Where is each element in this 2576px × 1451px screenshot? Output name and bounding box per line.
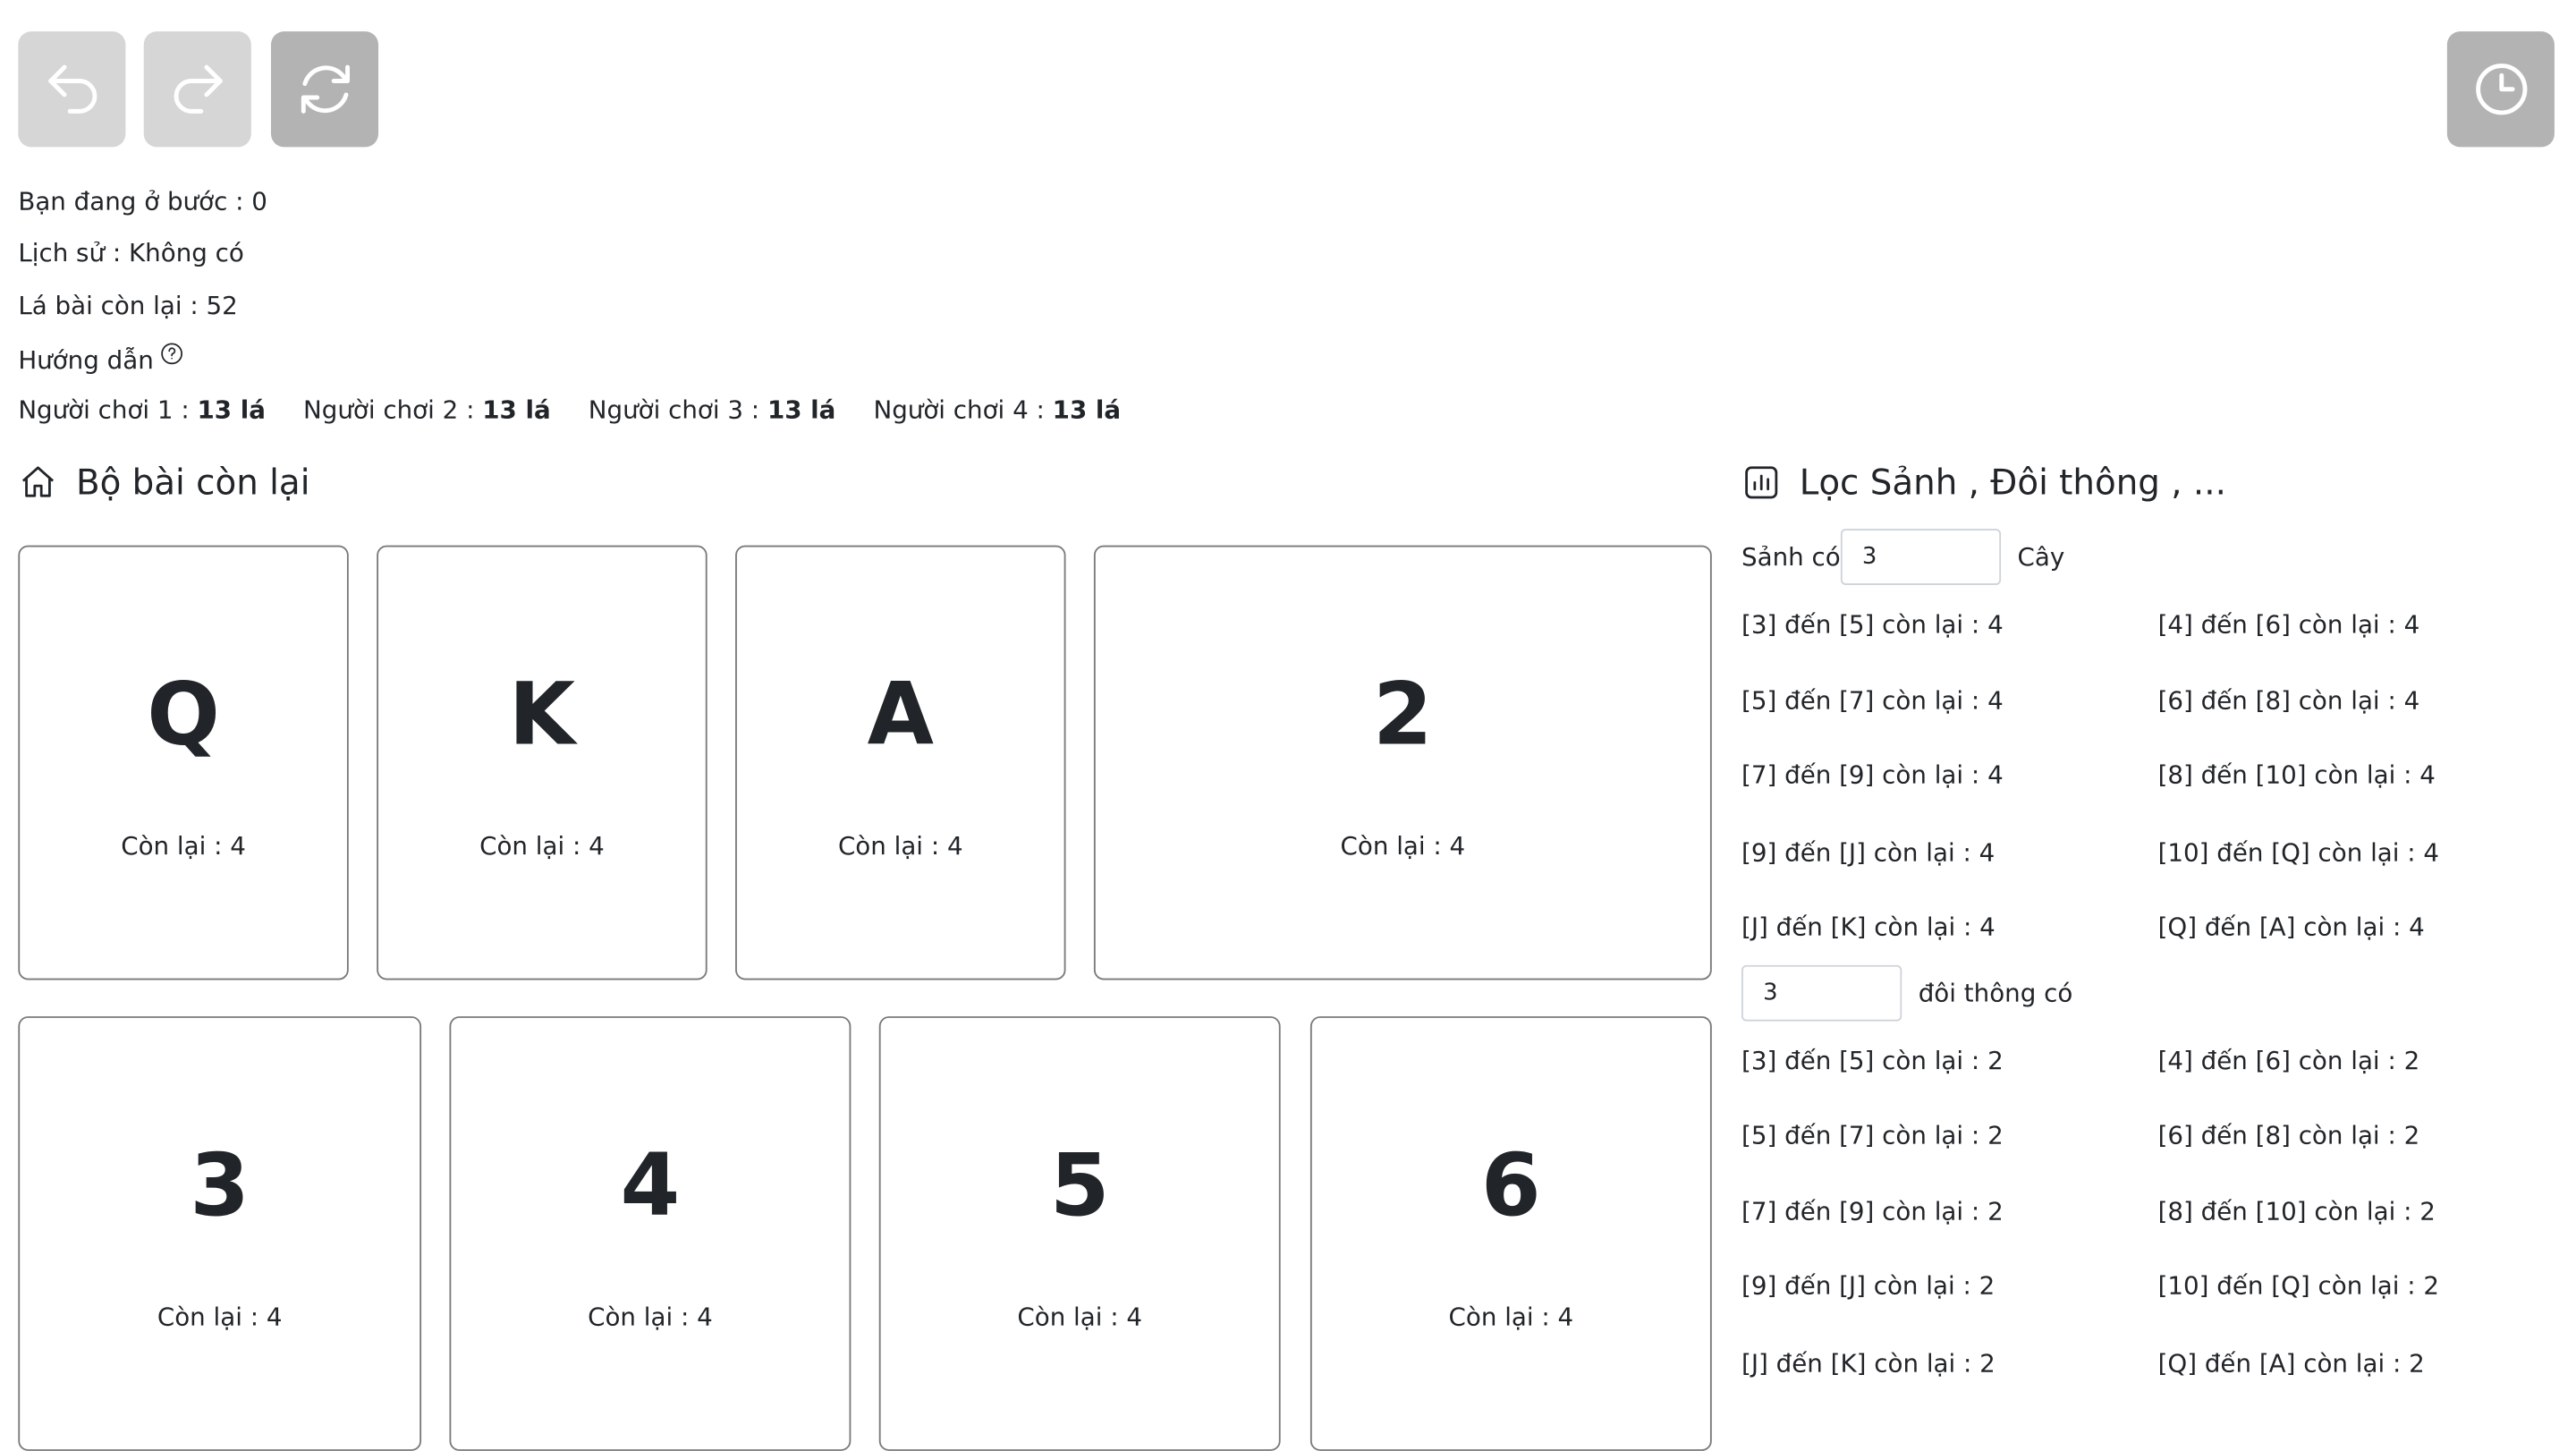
filter-title-text: Lọc Sảnh , Đôi thông , ... (1799, 462, 2226, 503)
player-label: Người chơi 2 : (303, 395, 483, 425)
card-remaining: Còn lại : 4 (837, 831, 963, 861)
pairs-result: [8] đến [10] còn lại : 2 (2157, 1196, 2436, 1226)
card-remaining: Còn lại : 4 (1017, 1302, 1143, 1332)
player-card-count: 13 lá (1052, 395, 1122, 425)
pairs-result: [10] đến [Q] còn lại : 2 (2157, 1270, 2440, 1301)
card-rank: 5 (1049, 1136, 1110, 1236)
card-remaining: Còn lại : 4 (1448, 1302, 1574, 1332)
card-rank: 2 (1372, 666, 1433, 766)
home-icon (21, 466, 55, 497)
card-tile[interactable]: 3 Còn lại : 4 (18, 1016, 422, 1451)
guide-label: Hướng dẫn (18, 345, 154, 376)
deck-title: Bộ bài còn lại (18, 462, 310, 503)
card-tile[interactable]: 6 Còn lại : 4 (1309, 1016, 1712, 1451)
pairs-length-input[interactable] (1741, 964, 1902, 1022)
player-card-count: 13 lá (197, 395, 266, 425)
deck-title-text: Bộ bài còn lại (75, 462, 310, 503)
straight-label: Sảnh có (1741, 541, 1841, 573)
refresh-icon (300, 64, 350, 114)
player-2: Người chơi 2 : 13 lá (303, 395, 551, 425)
straight-result: [4] đến [6] còn lại : 4 (2157, 609, 2420, 640)
straight-result: [Q] đến [A] còn lại : 4 (2157, 912, 2425, 942)
card-remaining: Còn lại : 4 (588, 1302, 713, 1332)
card-rank: A (867, 666, 934, 766)
card-tile[interactable]: Q Còn lại : 4 (18, 545, 349, 980)
page-root: Bạn đang ở bước : 0 Lịch sử : Không có L… (0, 0, 2576, 1451)
pairs-result: [Q] đến [A] còn lại : 2 (2157, 1348, 2425, 1379)
pairs-result: [7] đến [9] còn lại : 2 (1741, 1196, 2004, 1226)
card-tile[interactable]: A Còn lại : 4 (735, 545, 1066, 980)
player-3: Người chơi 3 : 13 lá (589, 395, 836, 425)
pairs-result: [5] đến [7] còn lại : 2 (1741, 1120, 2004, 1150)
undo-icon (47, 64, 97, 114)
pairs-label: đôi thông có (1918, 978, 2073, 1008)
card-remaining: Còn lại : 4 (157, 1302, 283, 1332)
guide-link[interactable]: Hướng dẫn (18, 342, 183, 375)
straight-result: [J] đến [K] còn lại : 4 (1741, 912, 1996, 942)
player-label: Người chơi 3 : (588, 395, 767, 425)
straight-result: [5] đến [7] còn lại : 4 (1741, 685, 2004, 716)
filter-title: Lọc Sảnh , Đôi thông , ... (1741, 462, 2226, 503)
straight-result: [3] đến [5] còn lại : 4 (1741, 609, 2004, 640)
chart-icon (1745, 466, 1778, 499)
card-tile[interactable]: 2 Còn lại : 4 (1093, 545, 1712, 980)
current-step: Bạn đang ở bước : 0 (18, 186, 267, 216)
card-remaining: Còn lại : 4 (479, 831, 605, 861)
redo-icon (173, 64, 222, 114)
player-4: Người chơi 4 : 13 lá (873, 395, 1121, 425)
straight-length-input[interactable] (1840, 529, 2002, 585)
help-icon[interactable] (154, 343, 183, 375)
player-card-count: 13 lá (767, 395, 836, 425)
card-tile[interactable]: K Còn lại : 4 (377, 545, 708, 980)
player-label: Người chơi 4 : (873, 395, 1053, 425)
remaining-cards: Lá bài còn lại : 52 (18, 291, 238, 321)
undo-button[interactable] (18, 31, 126, 148)
card-remaining: Còn lại : 4 (1340, 831, 1466, 861)
straight-result: [10] đến [Q] còn lại : 4 (2157, 837, 2440, 868)
straight-result: [9] đến [J] còn lại : 4 (1741, 837, 1996, 868)
pairs-result: [9] đến [J] còn lại : 2 (1741, 1270, 1996, 1301)
card-rank: Q (147, 666, 220, 766)
history-text: Lịch sử : Không có (18, 238, 244, 268)
card-remaining: Còn lại : 4 (121, 831, 246, 861)
card-rank: 6 (1480, 1136, 1541, 1236)
player-1: Người chơi 1 : 13 lá (18, 395, 266, 425)
straight-unit-label: Cây (2017, 541, 2065, 573)
card-rank: 3 (190, 1136, 250, 1236)
player-label: Người chơi 1 : (18, 395, 198, 425)
straight-result: [7] đến [9] còn lại : 4 (1741, 759, 2004, 791)
card-tile[interactable]: 5 Còn lại : 4 (878, 1016, 1281, 1451)
history-button[interactable] (2446, 31, 2555, 148)
player-card-count: 13 lá (482, 395, 551, 425)
refresh-button[interactable] (270, 31, 379, 148)
card-rank: 4 (620, 1136, 681, 1236)
redo-button[interactable] (143, 31, 251, 148)
clock-icon (2475, 64, 2527, 115)
players-summary: Người chơi 1 : 13 lá Người chơi 2 : 13 l… (18, 395, 1150, 425)
straight-result: [6] đến [8] còn lại : 4 (2157, 685, 2420, 716)
pairs-result: [6] đến [8] còn lại : 2 (2157, 1120, 2420, 1150)
pairs-result: [J] đến [K] còn lại : 2 (1741, 1348, 1996, 1379)
card-tile[interactable]: 4 Còn lại : 4 (449, 1016, 852, 1451)
card-rank: K (508, 666, 576, 766)
pairs-result: [3] đến [5] còn lại : 2 (1741, 1046, 2004, 1076)
pairs-result: [4] đến [6] còn lại : 2 (2157, 1046, 2420, 1076)
straight-result: [8] đến [10] còn lại : 4 (2157, 759, 2436, 791)
